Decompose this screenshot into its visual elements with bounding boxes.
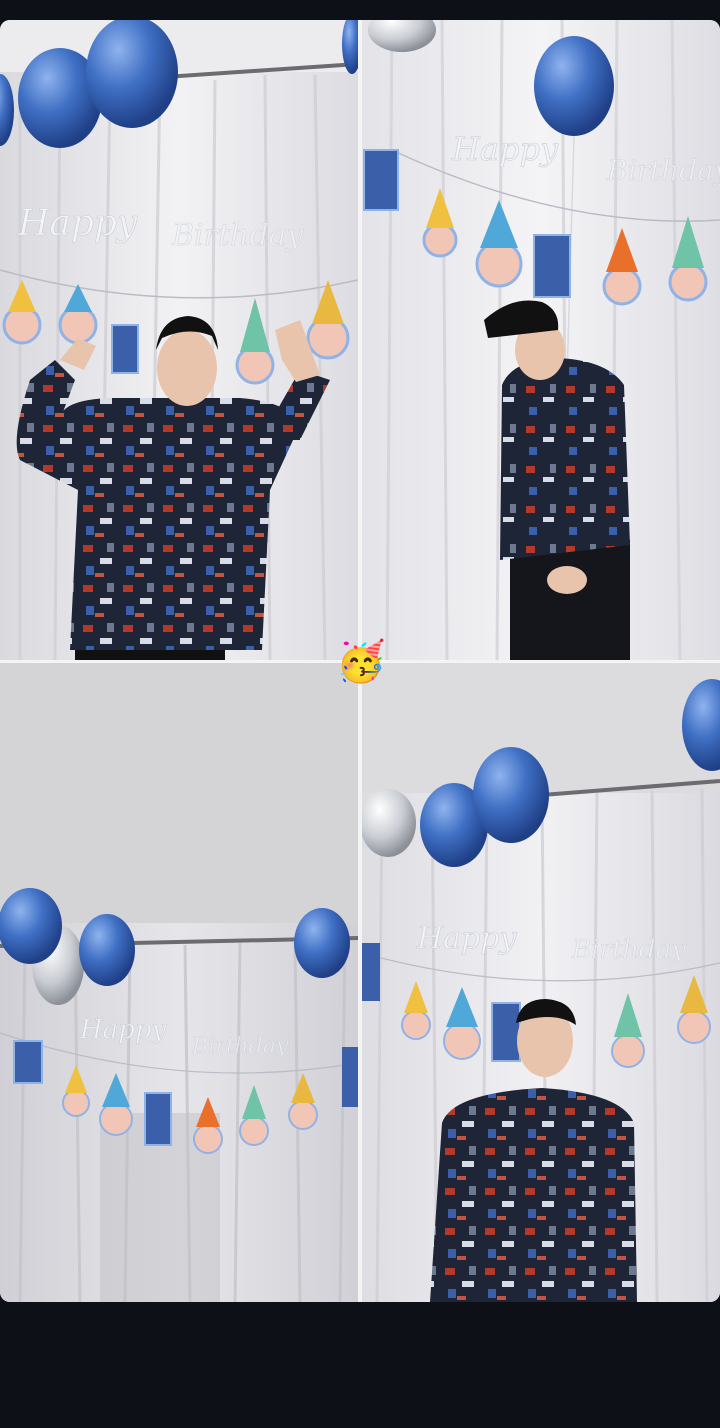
banner-happy-4: Happy (416, 921, 517, 956)
banner-happy-3: Happy (79, 1015, 166, 1045)
photo-bottom-left[interactable]: Happy Birthday (0, 663, 358, 1302)
banner-happy: Happy (17, 203, 138, 244)
banner-birthday-4: Birthday (571, 935, 686, 965)
banner-birthday-3: Birthday (191, 1034, 289, 1059)
banner-birthday-2: Birthday (606, 154, 720, 187)
photo-top-left[interactable]: Happy Birthday (0, 20, 358, 660)
banner-happy-2: Happy (451, 130, 559, 168)
banner-birthday: Birthday (171, 218, 304, 253)
bottom-bar (0, 1302, 720, 1428)
photo-top-right[interactable]: Happy Birthday (362, 20, 720, 660)
photo-bottom-right[interactable]: Happy Birthday (362, 663, 720, 1302)
status-bar (0, 0, 720, 20)
partying-face-icon[interactable]: 🥳 (336, 638, 386, 686)
